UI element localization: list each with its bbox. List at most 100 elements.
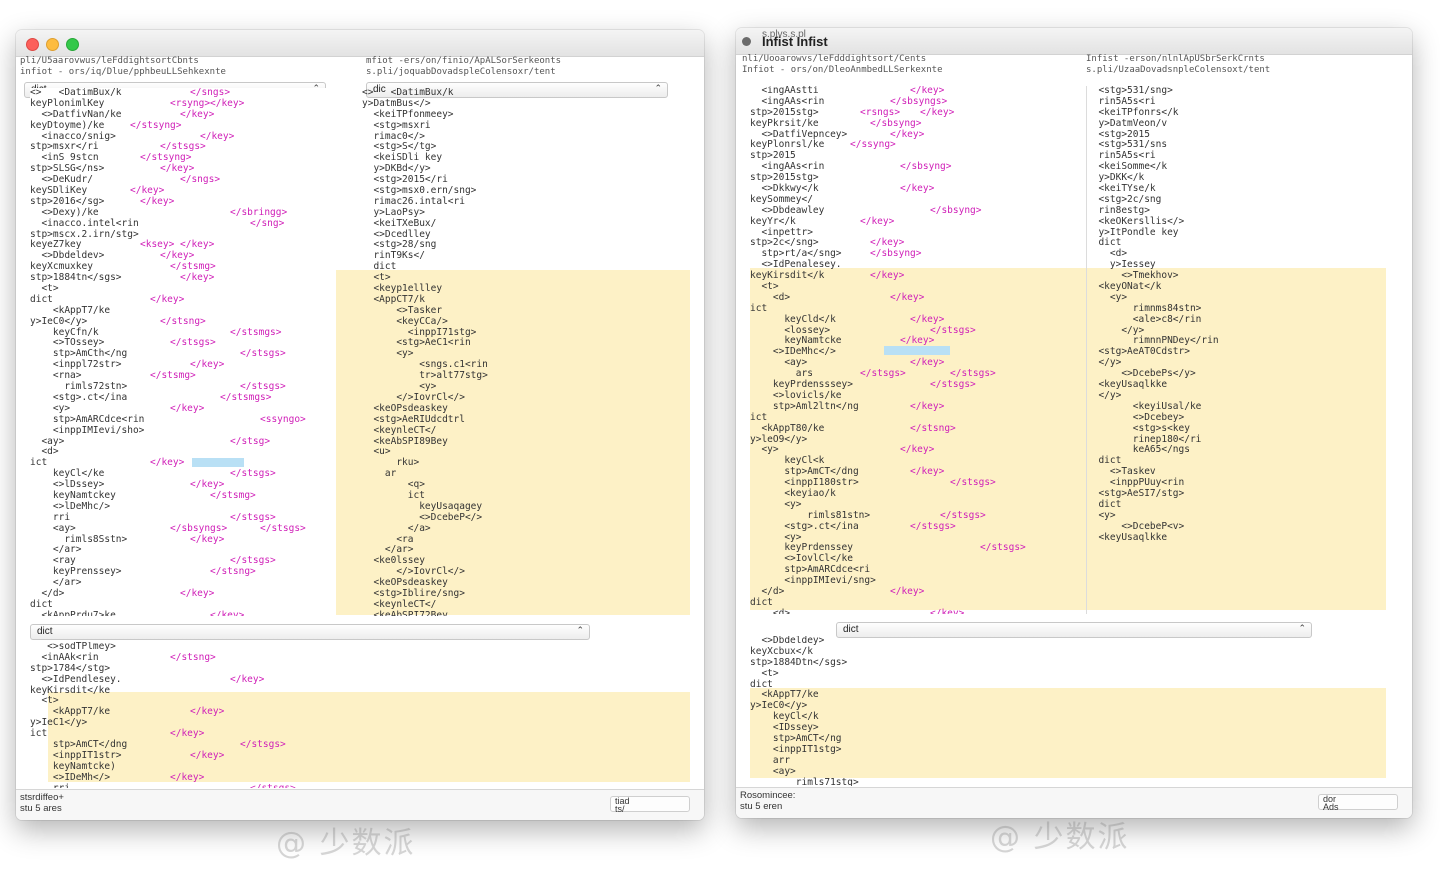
code-text: <keyiUsal/ke [1087,400,1202,412]
code-text: <>lDeMhc/> [30,500,111,512]
code-text: rimls81stn> [750,509,871,521]
code-tag: </stsng> [210,566,256,578]
right-file-pane[interactable]: <stg>531/sng> rin5A5s<ri <keiTPfonrs</k … [1086,86,1397,614]
code-text: stp>2015 [750,150,796,162]
code-text: dict [30,598,53,610]
right-file-pane[interactable]: <> <DatimBux/k y>DatmBus</> <keiTPfonmeey… [362,88,692,616]
code-tag: </stsgs> [940,509,986,521]
merge-scope-selector[interactable]: dict ⌃ [30,624,590,640]
code-text: <stg>531/sns [1087,139,1168,151]
code-text: </d> [750,585,785,597]
code-text: <inppI180str> [750,477,859,489]
code-text: <d> [1087,248,1128,260]
actions-button[interactable]: tiad ts/ [610,796,690,814]
code-text: <keiSomme</k [1087,161,1168,173]
code-tag: </key> [210,97,245,109]
code-line: <d> </key> [750,292,1060,304]
code-text: y>IeC0</y> [30,315,88,327]
code-line: keyCl</k [750,711,1390,723]
code-text: <>Dbdeldev> [30,250,105,262]
watermark-right: @ 少数派 [990,820,1130,855]
code-text: <kAppT7/ke [30,706,111,718]
code-text: <>Taskev [1087,466,1156,478]
code-tag: </key> [910,313,945,325]
code-line: stp>AmCT</dng </stsgs> [30,739,690,751]
code-tag: </sbsyng> [870,248,922,260]
code-text: <ay> [30,522,76,534]
code-text: </d> [30,587,65,599]
actions-button[interactable]: dor Ads [1318,794,1398,812]
code-line: <t> [750,667,1390,680]
code-line: rri </stsgs> [30,512,336,524]
code-tag: </stsgs> [930,379,976,391]
code-text: dict [1087,237,1122,249]
code-line: stp>1784</stg> [30,663,690,675]
code-text: <>Dcedlley [362,228,431,240]
left-path-line-2: infiot - ors/iq/Dlue/pphbeuLLSehkexnte [20,67,226,77]
code-text: <>Tasker [362,304,443,316]
code-text: keyeZ7key [30,239,82,251]
code-text: stp>mscx.2.irn/stg> [30,228,139,240]
code-line: dict [750,679,1390,691]
code-text: <inacco.intel<rin [30,217,139,229]
code-text: <rna> [30,370,82,382]
code-text: <keynleCT</ [362,598,437,610]
minimize-window-icon[interactable] [46,38,59,51]
code-tag: </stsgs> [240,739,286,751]
code-text: <y> [750,444,779,456]
code-line: rinT9Ks</ [362,250,692,262]
code-text: keyPlonimlKey [30,97,105,109]
code-text: ict [30,457,48,469]
code-tag: </stsgs> [860,368,906,380]
code-line: <>sodTPlmey> [30,642,690,653]
close-window-icon[interactable] [26,38,39,51]
code-text: stp>AmCT</dng [750,466,859,478]
code-text: keyCl<k [750,455,825,467]
code-text: <kAppPrdu7>ke [30,609,116,616]
code-text: <t> [750,667,779,679]
code-text: <inS 9stcn [30,152,99,164]
code-text: <keiTPfonmeey> [362,108,454,120]
code-text: keyXcbux</k [750,645,813,657]
code-tag: </stsng> [170,651,216,663]
code-tag: </stsng> [160,315,206,327]
code-line: <>Dbdeawley </sbsyng> [750,205,1060,217]
code-line: <inppIT1str> </key> [30,749,690,762]
code-tag: </key> [230,673,265,685]
code-text: stp>AmCT</dng [30,739,128,751]
code-line: <>Dbdeldey> [750,636,1390,647]
code-tag: </key> [140,195,175,207]
code-text: <t> [750,281,779,293]
code-tag: </key> [890,585,925,597]
code-text: <keOKersllis</> [1087,215,1185,227]
code-text: stp>1884Dtn</sgs> [750,656,848,668]
code-tag: </key> [190,749,225,761]
zoom-window-icon[interactable] [66,38,79,51]
code-tag: </key> [170,728,205,740]
chevron-updown-icon: ⌃ [576,625,584,635]
left-file-pane[interactable]: <> <DatimBux/k </sngs> keyPlonimlKey <rsyng… [30,88,336,616]
code-tag: </key> [930,607,965,614]
code-line: </d> </key> [30,587,336,600]
code-tag: </stsmgs> [230,326,282,338]
merge-output-pane[interactable]: <>sodTPlmey> <inAAk<rin </stsng> stp>1784<… [30,642,690,788]
status-differences: stsrdiffeo+ [20,792,64,803]
code-tag: </sbsyng> [870,117,922,129]
code-line: stp>1884tn</sgs> </key> [30,272,336,284]
code-text: <> <DatimBux/k [30,88,122,98]
code-text: y>Iessey [1087,259,1156,271]
code-line: y>IeC0</y> [750,700,1390,712]
code-text: <ingAAs<rin [750,95,825,107]
code-text: </ar> [30,577,82,589]
code-tag: </stsgs> [250,783,296,788]
right-file-path: Infist -erson/nlnlApUSbrSerkCrnts s.pli/… [1086,54,1406,84]
merge-output-pane[interactable]: <>Dbdeldey> keyXcbux</k stp>1884Dtn</sgs> … [750,636,1390,786]
code-text: ict [750,411,768,423]
code-text: <keyp1ellley [362,283,443,295]
title-bar [16,30,704,57]
status-bar: stsrdiffeo+ stu 5 ares tiad ts/ [16,789,704,820]
code-line: <t> [30,696,690,707]
code-text: <kAppT80/ke [750,422,825,434]
code-text: <stg>AeSI7/stg> [1087,487,1185,499]
code-line: <inppIT1stg> [750,744,1390,756]
